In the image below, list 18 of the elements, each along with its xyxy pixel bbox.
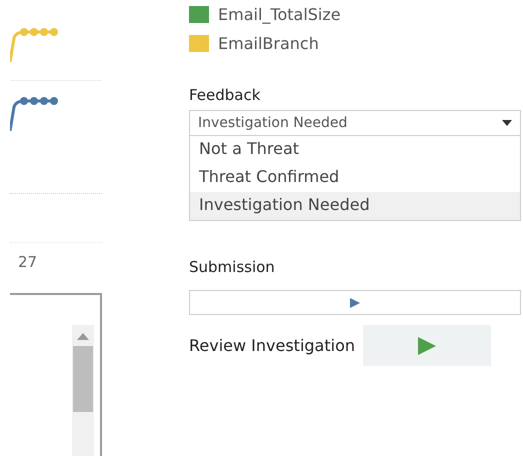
play-icon [350, 298, 360, 308]
scroll-up-icon[interactable] [77, 333, 89, 340]
legend-label: Email_TotalSize [218, 5, 341, 24]
scrollbar[interactable] [72, 325, 94, 456]
dropdown-option[interactable]: Threat Confirmed [190, 164, 520, 192]
legend-label: EmailBranch [218, 34, 319, 53]
dropdown-option[interactable]: Not a Threat [190, 136, 520, 164]
dropdown-option[interactable]: Investigation Needed [190, 192, 520, 220]
run-button[interactable] [363, 325, 492, 366]
scroll-thumb[interactable] [73, 346, 93, 412]
field-label: Feedback [189, 86, 262, 104]
axis-label: 27 [17, 253, 38, 271]
field-label: Submission [189, 258, 276, 276]
play-icon [418, 336, 436, 354]
play-control[interactable] [189, 290, 521, 315]
caret-icon [502, 120, 512, 126]
review-label: Review Investigation [189, 336, 356, 355]
feedback-dropdown[interactable]: Investigation Needed [189, 110, 521, 136]
